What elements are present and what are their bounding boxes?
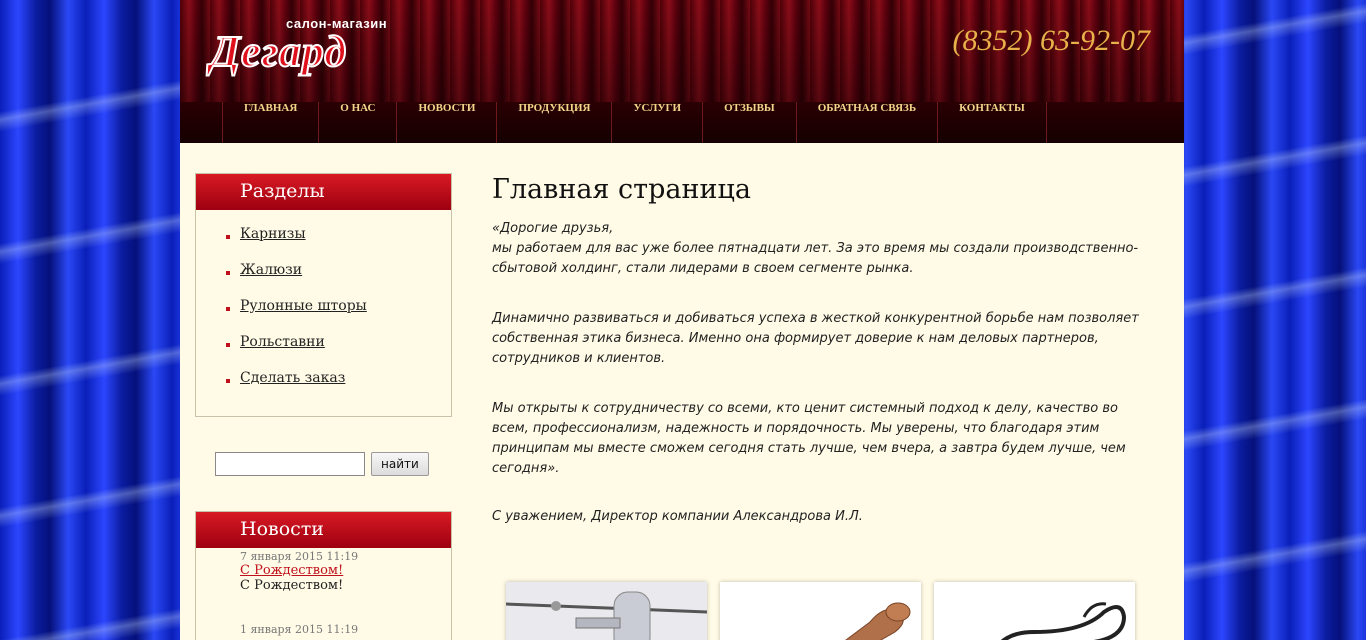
section-item-cornices[interactable]: Карнизы <box>196 226 451 262</box>
section-item-blinds[interactable]: Жалюзи <box>196 262 451 298</box>
sections-list: Карнизы Жалюзи Рулонные шторы Рольставни… <box>196 210 451 416</box>
section-link[interactable]: Рольставни <box>240 334 325 350</box>
product-thumb-metal-cornice[interactable] <box>506 582 707 640</box>
news-item: 1 января 2015 11:19 <box>196 621 451 636</box>
section-link[interactable]: Рулонные шторы <box>240 298 367 314</box>
section-item-order[interactable]: Сделать заказ <box>196 370 451 406</box>
search-input[interactable] <box>215 452 365 476</box>
news-panel: Новости 7 января 2015 11:19 С Рождеством… <box>195 511 452 640</box>
sidebar: Разделы Карнизы Жалюзи Рулонные шторы Ро… <box>195 173 452 417</box>
product-thumb-forged-cornice[interactable] <box>934 582 1135 640</box>
news-text: С Рождеством! <box>240 578 344 593</box>
section-item-roller-blinds[interactable]: Рулонные шторы <box>196 298 451 334</box>
nav-item-products[interactable]: ПРОДУКЦИЯ <box>497 102 613 143</box>
page-container: салон-магазин Дегард (8352) 63-92-07 ГЛА… <box>180 0 1184 640</box>
product-thumb-wooden-cornice[interactable] <box>720 582 921 640</box>
news-date: 7 января 2015 11:19 <box>240 550 359 563</box>
search-button[interactable]: найти <box>371 452 429 476</box>
sections-panel: Разделы Карнизы Жалюзи Рулонные шторы Ро… <box>195 173 452 417</box>
cooperation-paragraph: Мы открыты к сотрудничеству со всеми, кт… <box>492 401 1126 476</box>
phone-number: (8352) 63-92-07 <box>952 24 1150 57</box>
news-date: 1 января 2015 11:19 <box>240 623 359 636</box>
forged-cornice-image <box>934 582 1135 640</box>
news-link[interactable]: С Рождеством! <box>240 563 451 578</box>
header: салон-магазин Дегард (8352) 63-92-07 <box>180 0 1184 102</box>
news-item: 7 января 2015 11:19 С Рождеством! С Рожд… <box>196 548 451 593</box>
ethics-paragraph: Динамично развиваться и добиваться успех… <box>492 311 1139 366</box>
nav-item-services[interactable]: УСЛУГИ <box>612 102 704 143</box>
nav-item-home[interactable]: ГЛАВНАЯ <box>223 102 320 143</box>
nav-item-reviews[interactable]: ОТЗЫВЫ <box>703 102 797 143</box>
main-content: Главная страница «Дорогие друзья, мы раб… <box>492 174 1142 524</box>
section-item-roller-shutters[interactable]: Рольставни <box>196 334 451 370</box>
news-title: Новости <box>196 512 451 548</box>
section-link[interactable]: Жалюзи <box>240 262 302 278</box>
section-link[interactable]: Сделать заказ <box>240 370 345 386</box>
intro-paragraph: «Дорогие друзья, мы работаем для вас уже… <box>492 221 1139 276</box>
nav-item-news[interactable]: НОВОСТИ <box>397 102 498 143</box>
nav-item-about[interactable]: О НАС <box>319 102 398 143</box>
nav-item-feedback[interactable]: ОБРАТНАЯ СВЯЗЬ <box>797 102 939 143</box>
metal-cornice-image <box>506 582 707 640</box>
sections-title: Разделы <box>196 174 451 210</box>
logo[interactable]: салон-магазин Дегард <box>209 16 400 80</box>
section-link[interactable]: Карнизы <box>240 226 306 242</box>
product-thumbnails <box>506 582 1135 640</box>
page-title: Главная страница <box>492 174 751 205</box>
wooden-cornice-image <box>720 582 921 640</box>
signature: С уважением, Директор компании Александр… <box>492 509 863 524</box>
nav-item-contacts[interactable]: КОНТАКТЫ <box>938 102 1047 143</box>
main-nav: ГЛАВНАЯ О НАС НОВОСТИ ПРОДУКЦИЯ УСЛУГИ О… <box>180 102 1184 143</box>
logo-title: Дегард <box>209 26 348 77</box>
search-form: найти <box>215 452 429 476</box>
